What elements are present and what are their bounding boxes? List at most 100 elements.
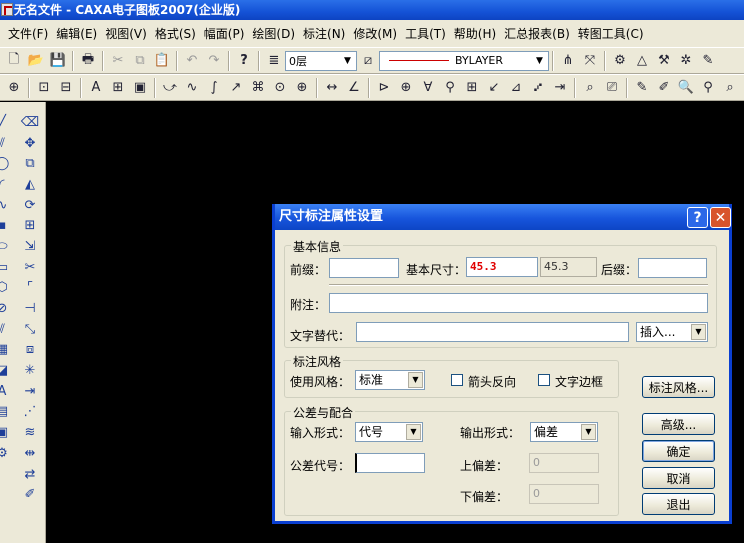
- output-form-select[interactable]: 偏差 ▼: [530, 422, 598, 442]
- wave-icon[interactable]: ∿: [182, 78, 202, 98]
- tools-icon[interactable]: ✲: [676, 51, 696, 71]
- rotate-icon[interactable]: ⟳: [19, 195, 41, 216]
- stretch-icon[interactable]: ⧈: [19, 340, 41, 361]
- menu-tools[interactable]: 工具(T): [401, 25, 450, 42]
- center-line-icon[interactable]: ⊘: [0, 298, 13, 319]
- menu-report[interactable]: 汇总报表(B): [500, 25, 574, 42]
- zoom-in-icon[interactable]: 🔍: [676, 78, 696, 98]
- menu-view[interactable]: 视图(V): [101, 25, 151, 42]
- ellipse-icon[interactable]: ⬭: [0, 236, 13, 257]
- query-icon[interactable]: ⌕: [580, 78, 600, 98]
- text-icon[interactable]: A: [86, 78, 106, 98]
- input-form-select[interactable]: 代号 ▼: [355, 422, 423, 442]
- menu-help[interactable]: 帮助(H): [450, 25, 500, 42]
- parallel-icon[interactable]: ⫽: [0, 133, 13, 154]
- linetype-icon[interactable]: ⧄: [358, 51, 378, 71]
- text-frame-checkbox[interactable]: [538, 374, 550, 386]
- arrow-reverse-checkbox[interactable]: [451, 374, 463, 386]
- text-replace-input[interactable]: [356, 322, 629, 342]
- equidistant-icon[interactable]: ⫽: [0, 319, 13, 340]
- save-icon[interactable]: 💾: [48, 51, 68, 71]
- pan-icon[interactable]: ⊕: [4, 78, 24, 98]
- menu-sheet[interactable]: 幅面(P): [200, 25, 249, 42]
- tolerance-frame-icon[interactable]: ⊞: [462, 78, 482, 98]
- brush-icon[interactable]: ✐: [654, 78, 674, 98]
- linetype-select[interactable]: BYLAYER ▼: [379, 50, 549, 71]
- cancel-button[interactable]: 取消: [642, 467, 715, 489]
- menu-edit[interactable]: 编辑(E): [52, 25, 101, 42]
- crosshair-icon[interactable]: ⊕: [292, 78, 312, 98]
- help-question-icon[interactable]: ?: [234, 51, 254, 71]
- block-icon[interactable]: ▤: [0, 402, 13, 423]
- close-icon[interactable]: ✕: [710, 207, 731, 228]
- menu-file[interactable]: 文件(F): [4, 25, 52, 42]
- section-icon[interactable]: ⇥: [550, 78, 570, 98]
- pencil-icon[interactable]: ✎: [632, 78, 652, 98]
- fill-icon[interactable]: ◪: [0, 360, 13, 381]
- align-icon[interactable]: ⇥: [19, 381, 41, 402]
- image-tool-icon[interactable]: ▣: [0, 422, 13, 443]
- zoom-all-icon[interactable]: ⊟: [56, 78, 76, 98]
- dimension-style-button[interactable]: 标注风格...: [642, 376, 715, 398]
- new-file-icon[interactable]: 🗋: [4, 51, 24, 71]
- arrow-icon[interactable]: ↗: [226, 78, 246, 98]
- array-icon[interactable]: ⊞: [19, 215, 41, 236]
- roughness-icon[interactable]: ∀: [418, 78, 438, 98]
- snap-icon[interactable]: ⋔: [558, 51, 578, 71]
- copy-tool-icon[interactable]: ⧉: [19, 153, 41, 174]
- circle-icon[interactable]: ◯: [0, 153, 13, 174]
- leader-icon[interactable]: ↙: [484, 78, 504, 98]
- flip-icon[interactable]: ⇄: [19, 464, 41, 485]
- fillet-icon[interactable]: ⌜: [19, 278, 41, 299]
- mirror-icon[interactable]: ◭: [19, 174, 41, 195]
- arc-icon[interactable]: ◜: [0, 174, 13, 195]
- sequence-icon[interactable]: ⑇: [528, 78, 548, 98]
- use-style-select[interactable]: 标准 ▼: [355, 370, 425, 390]
- copy-icon[interactable]: ⧉: [130, 51, 150, 71]
- measure-icon[interactable]: △: [632, 51, 652, 71]
- hatch-icon[interactable]: ▦: [0, 340, 13, 361]
- polygon-icon[interactable]: ⬡: [0, 278, 13, 299]
- pick-icon[interactable]: ⤧: [580, 51, 600, 71]
- spline-icon[interactable]: ∫: [204, 78, 224, 98]
- menu-dimension[interactable]: 标注(N): [299, 25, 349, 42]
- table-icon[interactable]: ⊞: [108, 78, 128, 98]
- edit-icon[interactable]: ✎: [698, 51, 718, 71]
- prefix-input[interactable]: [329, 258, 399, 278]
- redo-icon[interactable]: ↷: [204, 51, 224, 71]
- line-icon[interactable]: ╱: [0, 112, 13, 133]
- ok-button[interactable]: 确定: [642, 440, 715, 462]
- erase-icon[interactable]: ⎚: [602, 78, 622, 98]
- lower-deviation-input[interactable]: 0: [529, 484, 599, 504]
- advanced-button[interactable]: 高级...: [642, 413, 715, 435]
- properties-icon[interactable]: ⚙: [610, 51, 630, 71]
- base-size-input[interactable]: 45.3: [466, 257, 538, 277]
- scale-icon[interactable]: ⇲: [19, 236, 41, 257]
- layer-icon[interactable]: ≣: [264, 51, 284, 71]
- paste-icon[interactable]: 📋: [152, 51, 172, 71]
- zoom-icon[interactable]: ⚲: [698, 78, 718, 98]
- extend-icon[interactable]: ⊣: [19, 298, 41, 319]
- center-mark-icon[interactable]: ⊙: [270, 78, 290, 98]
- menu-modify[interactable]: 修改(M): [349, 25, 401, 42]
- chamfer-icon[interactable]: ⋰: [19, 402, 41, 423]
- spline-icon[interactable]: ∿: [0, 195, 13, 216]
- layer-select[interactable]: 0层 ▼: [285, 50, 357, 71]
- undo-icon[interactable]: ↶: [182, 51, 202, 71]
- menu-convert[interactable]: 转图工具(C): [574, 25, 648, 42]
- library-icon[interactable]: ⚙: [0, 443, 13, 464]
- exit-button[interactable]: 退出: [642, 493, 715, 515]
- menu-draw[interactable]: 绘图(D): [248, 25, 299, 42]
- fit-icon[interactable]: ⚒: [654, 51, 674, 71]
- menu-format[interactable]: 格式(S): [151, 25, 200, 42]
- magnifier-icon[interactable]: ⌕: [720, 78, 740, 98]
- datum-icon[interactable]: ⊕: [396, 78, 416, 98]
- insert-select[interactable]: 插入... ▼: [636, 322, 708, 342]
- hole-icon[interactable]: ⌘: [248, 78, 268, 98]
- zoom-window-icon[interactable]: ⊡: [34, 78, 54, 98]
- print-icon[interactable]: 🖶: [78, 51, 98, 71]
- note-input[interactable]: [329, 293, 708, 313]
- tolerance-code-input[interactable]: [355, 453, 425, 473]
- upper-deviation-input[interactable]: 0: [529, 453, 599, 473]
- suffix-input[interactable]: [638, 258, 707, 278]
